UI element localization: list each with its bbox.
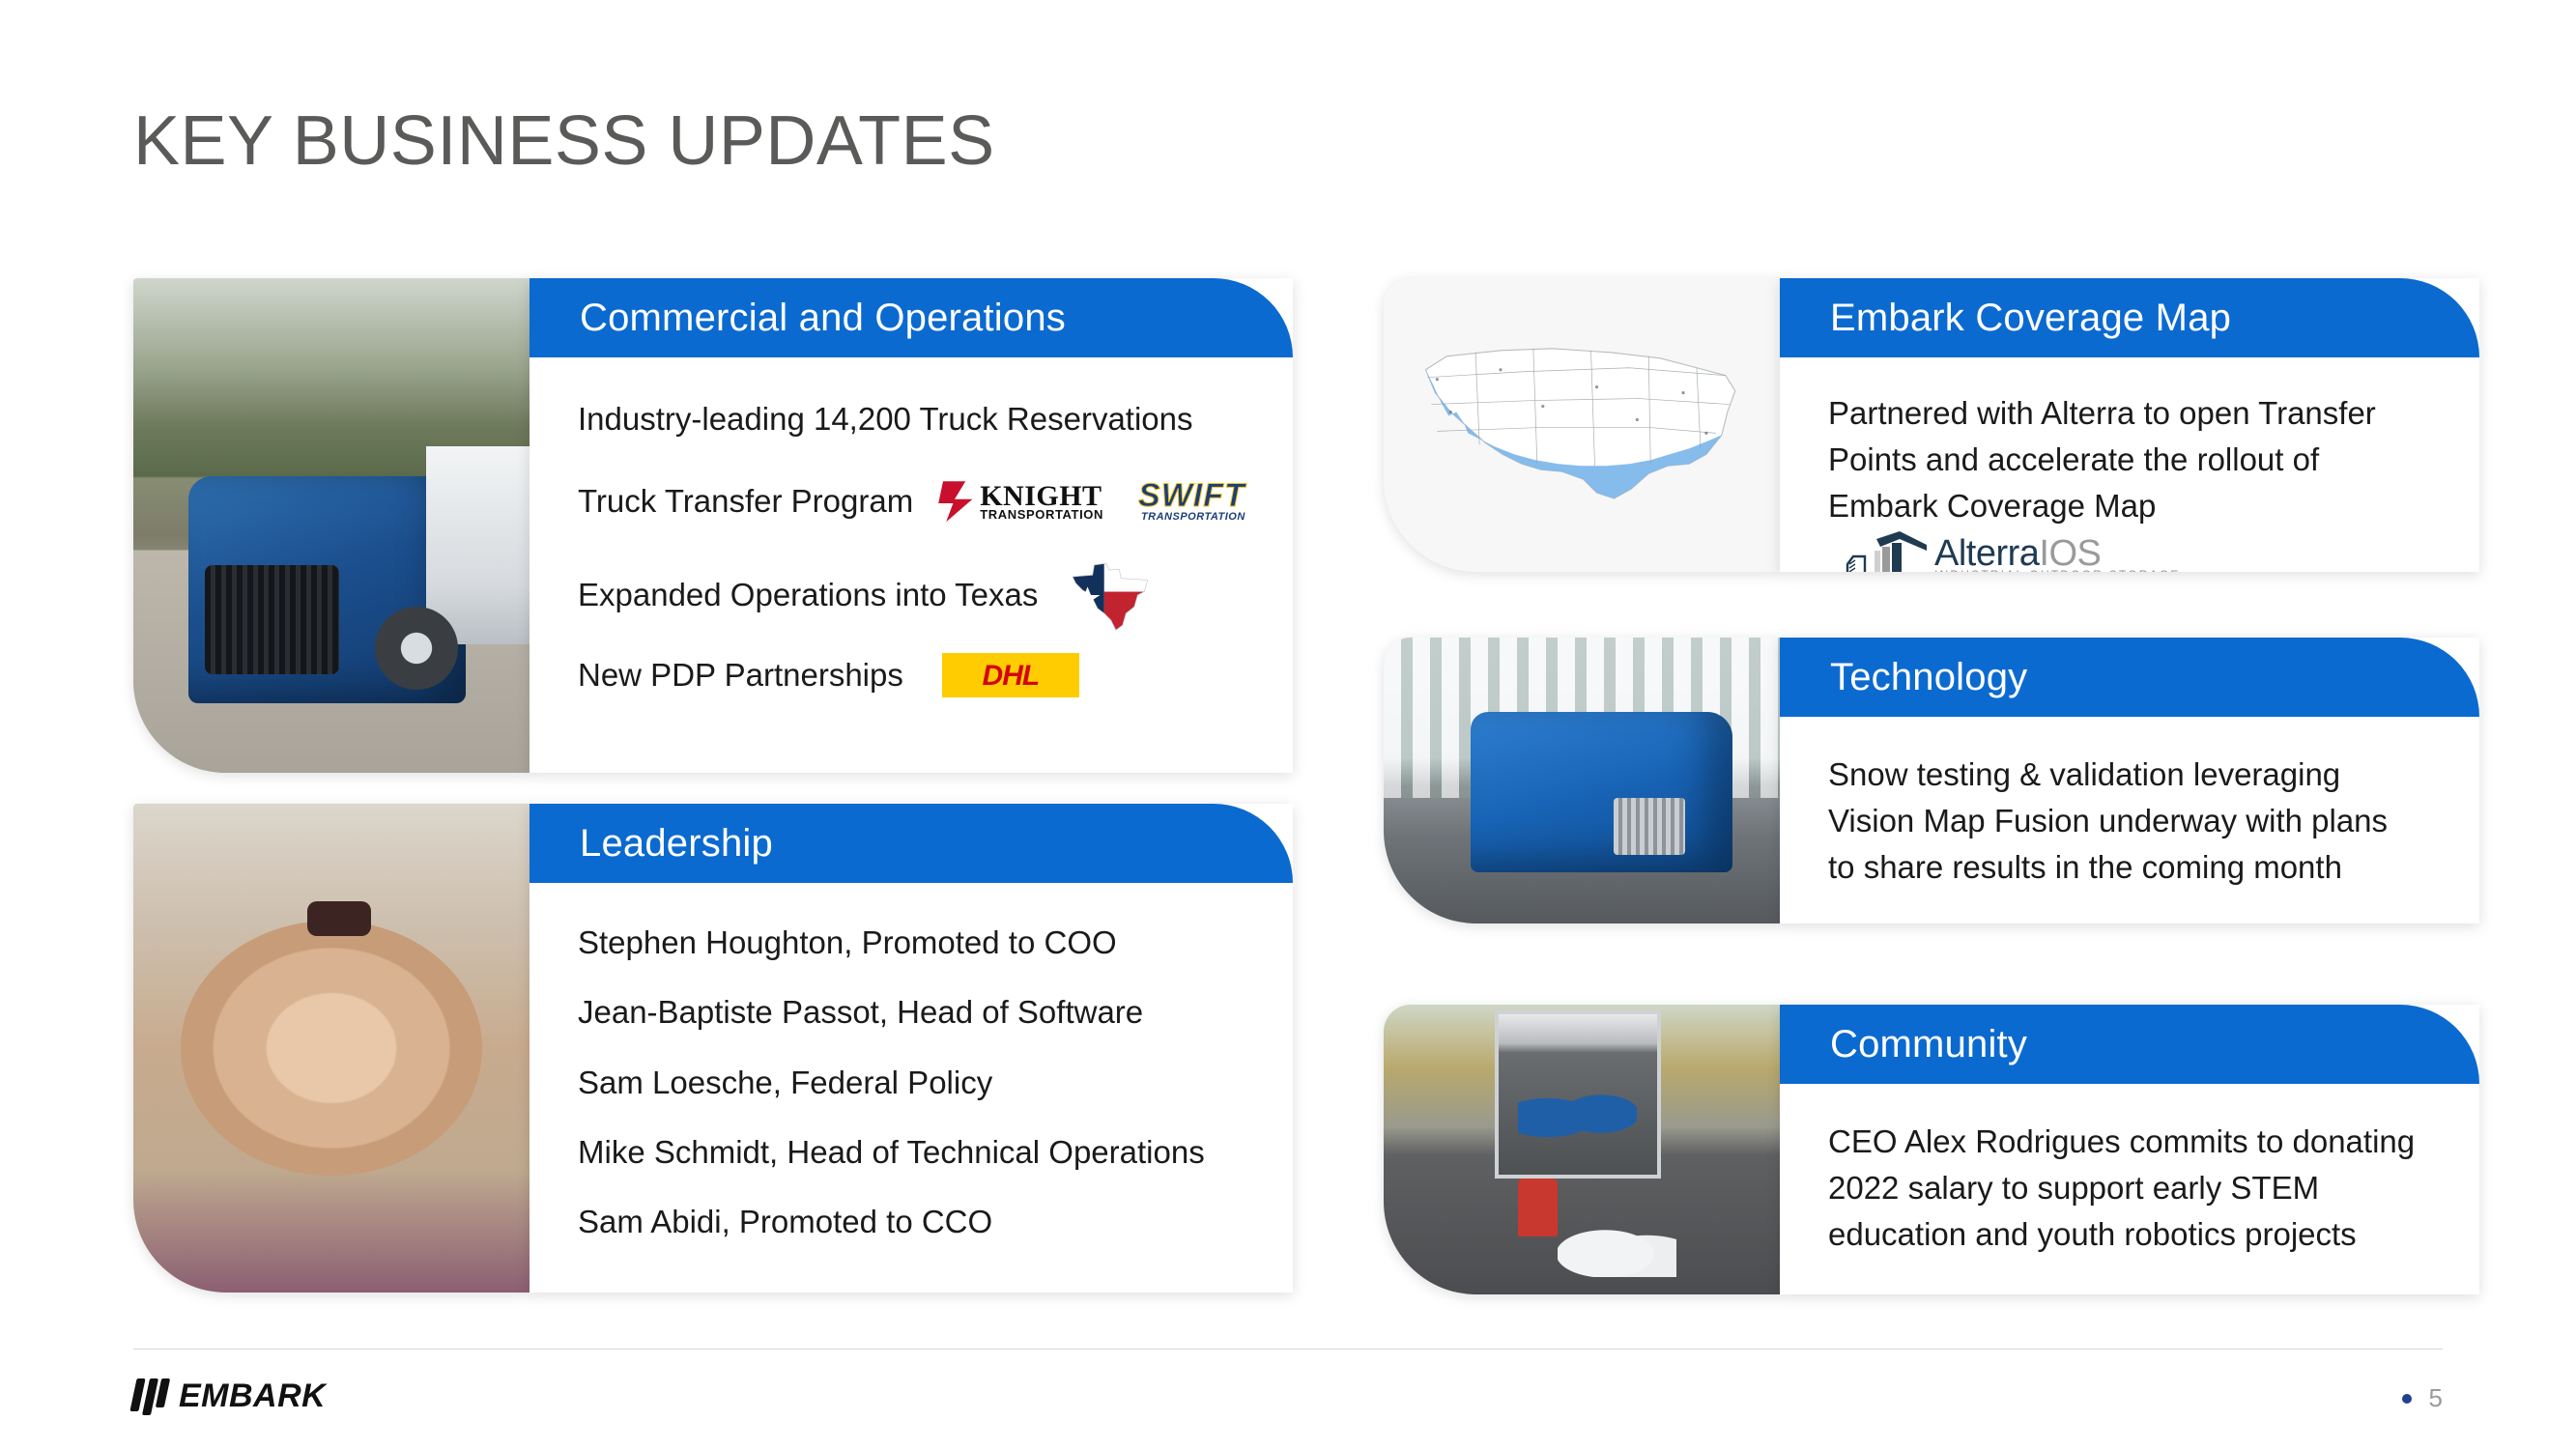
community-card-body: Community CEO Alex Rodrigues commits to … (1780, 1005, 2479, 1294)
card-commercial-and-operations: Commercial and Operations Industry-leadi… (133, 278, 1293, 773)
swift-transportation-logo: SWIFT TRANSPORTATION (1138, 476, 1245, 523)
us-coverage-map-photo (1384, 278, 1780, 572)
commercial-card-image (133, 278, 530, 773)
swift-logo-main: SWIFT (1138, 476, 1245, 514)
commercial-card-header-label: Commercial and Operations (580, 297, 1066, 339)
leadership-line-4: Mike Schmidt, Head of Technical Operatio… (578, 1133, 1245, 1170)
volunteer-red-shirt-shape (1518, 1179, 1559, 1236)
coverage-map-card-header: Embark Coverage Map (1780, 278, 2479, 357)
texas-flag-state-shape (1072, 563, 1149, 632)
leadership-card-image (133, 804, 530, 1293)
volunteers-shape (1518, 1080, 1638, 1155)
dhl-logo-text: DHL (982, 659, 1041, 692)
commercial-card-content: Industry-leading 14,200 Truck Reservatio… (530, 357, 1293, 717)
commercial-line-4: New PDP Partnerships DHL (578, 653, 1245, 698)
commercial-line-3-text: Expanded Operations into Texas (578, 577, 1039, 613)
technology-card-body: Technology Snow testing & validation lev… (1780, 638, 2479, 923)
slide-root: KEY BUSINESS UPDATES Commercial and Oper… (0, 0, 2576, 1449)
card-technology: Technology Snow testing & validation lev… (1384, 638, 2479, 923)
leadership-line-4-text: Mike Schmidt, Head of Technical Operatio… (578, 1133, 1205, 1170)
commercial-card-body: Commercial and Operations Industry-leadi… (530, 278, 1293, 773)
commercial-line-2: Truck Transfer Program KNIGHT TRANSPORTA… (578, 479, 1245, 524)
alterra-truck-warehouse-icon (1846, 530, 1927, 572)
commercial-line-4-text: New PDP Partnerships (578, 657, 903, 694)
leadership-line-3: Sam Loesche, Federal Policy (578, 1065, 1245, 1100)
community-card-image (1384, 1005, 1780, 1294)
page-title: KEY BUSINESS UPDATES (133, 102, 995, 180)
coverage-map-body-label: Partnered with Alterra to open Transfer … (1828, 395, 2376, 524)
alterra-logo-main-b: IOS (2039, 533, 2102, 572)
leadership-line-1-text: Stephen Houghton, Promoted to COO (578, 924, 1117, 960)
commercial-line-1: Industry-leading 14,200 Truck Reservatio… (578, 401, 1245, 437)
coverage-map-card-header-label: Embark Coverage Map (1830, 297, 2232, 339)
page-number: 5 (2401, 1383, 2443, 1413)
donation-bags-shape (1558, 1219, 1677, 1277)
alterra-ios-logo: AlterraIOS INDUSTRIAL OUTDOOR STORAGE (1844, 529, 2181, 572)
wrist-watch-shape (307, 901, 371, 936)
leadership-card-header: Leadership (530, 804, 1293, 883)
card-community: Community CEO Alex Rodrigues commits to … (1384, 1005, 2479, 1294)
us-map-svg (1425, 347, 1736, 499)
card-embark-coverage-map: Embark Coverage Map Partnered with Alter… (1384, 278, 2479, 572)
page-bullet-icon (2401, 1393, 2412, 1404)
embark-wordmark: EMBARK (179, 1378, 327, 1414)
leadership-card-header-label: Leadership (580, 822, 773, 865)
technology-card-header: Technology (1780, 638, 2479, 717)
community-card-content: CEO Alex Rodrigues commits to donating 2… (1780, 1084, 2479, 1258)
leadership-line-3-text: Sam Loesche, Federal Policy (578, 1064, 993, 1100)
coverage-map-card-body: Embark Coverage Map Partnered with Alter… (1780, 278, 2479, 572)
coverage-map-body-text: Partnered with Alterra to open Transfer … (1828, 390, 2437, 572)
community-card-header-label: Community (1830, 1023, 2028, 1065)
commercial-line-2-text: Truck Transfer Program (578, 483, 914, 520)
alterra-logo-sub: INDUSTRIAL OUTDOOR STORAGE (1934, 569, 2181, 572)
footer-divider (133, 1349, 2443, 1350)
truck-wheel (375, 607, 458, 690)
card-leadership: Leadership Stephen Houghton, Promoted to… (133, 804, 1293, 1293)
commercial-line-1-text: Industry-leading 14,200 Truck Reservatio… (578, 401, 1193, 437)
community-body-text: CEO Alex Rodrigues commits to donating 2… (1828, 1123, 2416, 1252)
alterra-logo-main-a: Alterra (1934, 533, 2040, 572)
snow-truck-grille (1613, 797, 1685, 855)
knight-k-icon (938, 481, 973, 523)
technology-card-header-label: Technology (1830, 656, 2028, 698)
dhl-logo: DHL (941, 653, 1079, 698)
commercial-card-header: Commercial and Operations (530, 278, 1293, 357)
leadership-line-5-text: Sam Abidi, Promoted to CCO (578, 1204, 993, 1240)
technology-card-content: Snow testing & validation leveraging Vis… (1780, 717, 2479, 891)
snow-blue-truck (1471, 711, 1732, 872)
swift-logo-sub: TRANSPORTATION (1140, 510, 1245, 523)
coverage-map-card-content: Partnered with Alterra to open Transfer … (1780, 357, 2479, 572)
leadership-card-body: Leadership Stephen Houghton, Promoted to… (530, 804, 1293, 1293)
leadership-line-2: Jean-Baptiste Passot, Head of Software (578, 994, 1245, 1031)
coverage-map-card-image (1384, 278, 1780, 572)
commercial-line-3: Expanded Operations into Texas (578, 558, 1245, 632)
community-card-header: Community (1780, 1005, 2479, 1084)
embark-logo: EMBARK (129, 1378, 327, 1415)
knight-logo-sub: TRANSPORTATION (980, 507, 1104, 523)
leadership-line-2-text: Jean-Baptiste Passot, Head of Software (578, 994, 1144, 1031)
page-number-label: 5 (2428, 1383, 2443, 1412)
leadership-line-1: Stephen Houghton, Promoted to COO (578, 924, 1245, 960)
technology-body-text: Snow testing & validation leveraging Vis… (1828, 756, 2389, 885)
technology-card-image (1384, 638, 1780, 923)
knight-logo-main: KNIGHT (980, 479, 1102, 512)
hands-stack-shape (181, 921, 482, 1176)
leadership-card-content: Stephen Houghton, Promoted to COO Jean-B… (530, 883, 1293, 1259)
leadership-line-5: Sam Abidi, Promoted to CCO (578, 1204, 1245, 1240)
knight-transportation-logo: KNIGHT TRANSPORTATION (938, 479, 1103, 524)
embark-bars-icon (129, 1378, 171, 1415)
